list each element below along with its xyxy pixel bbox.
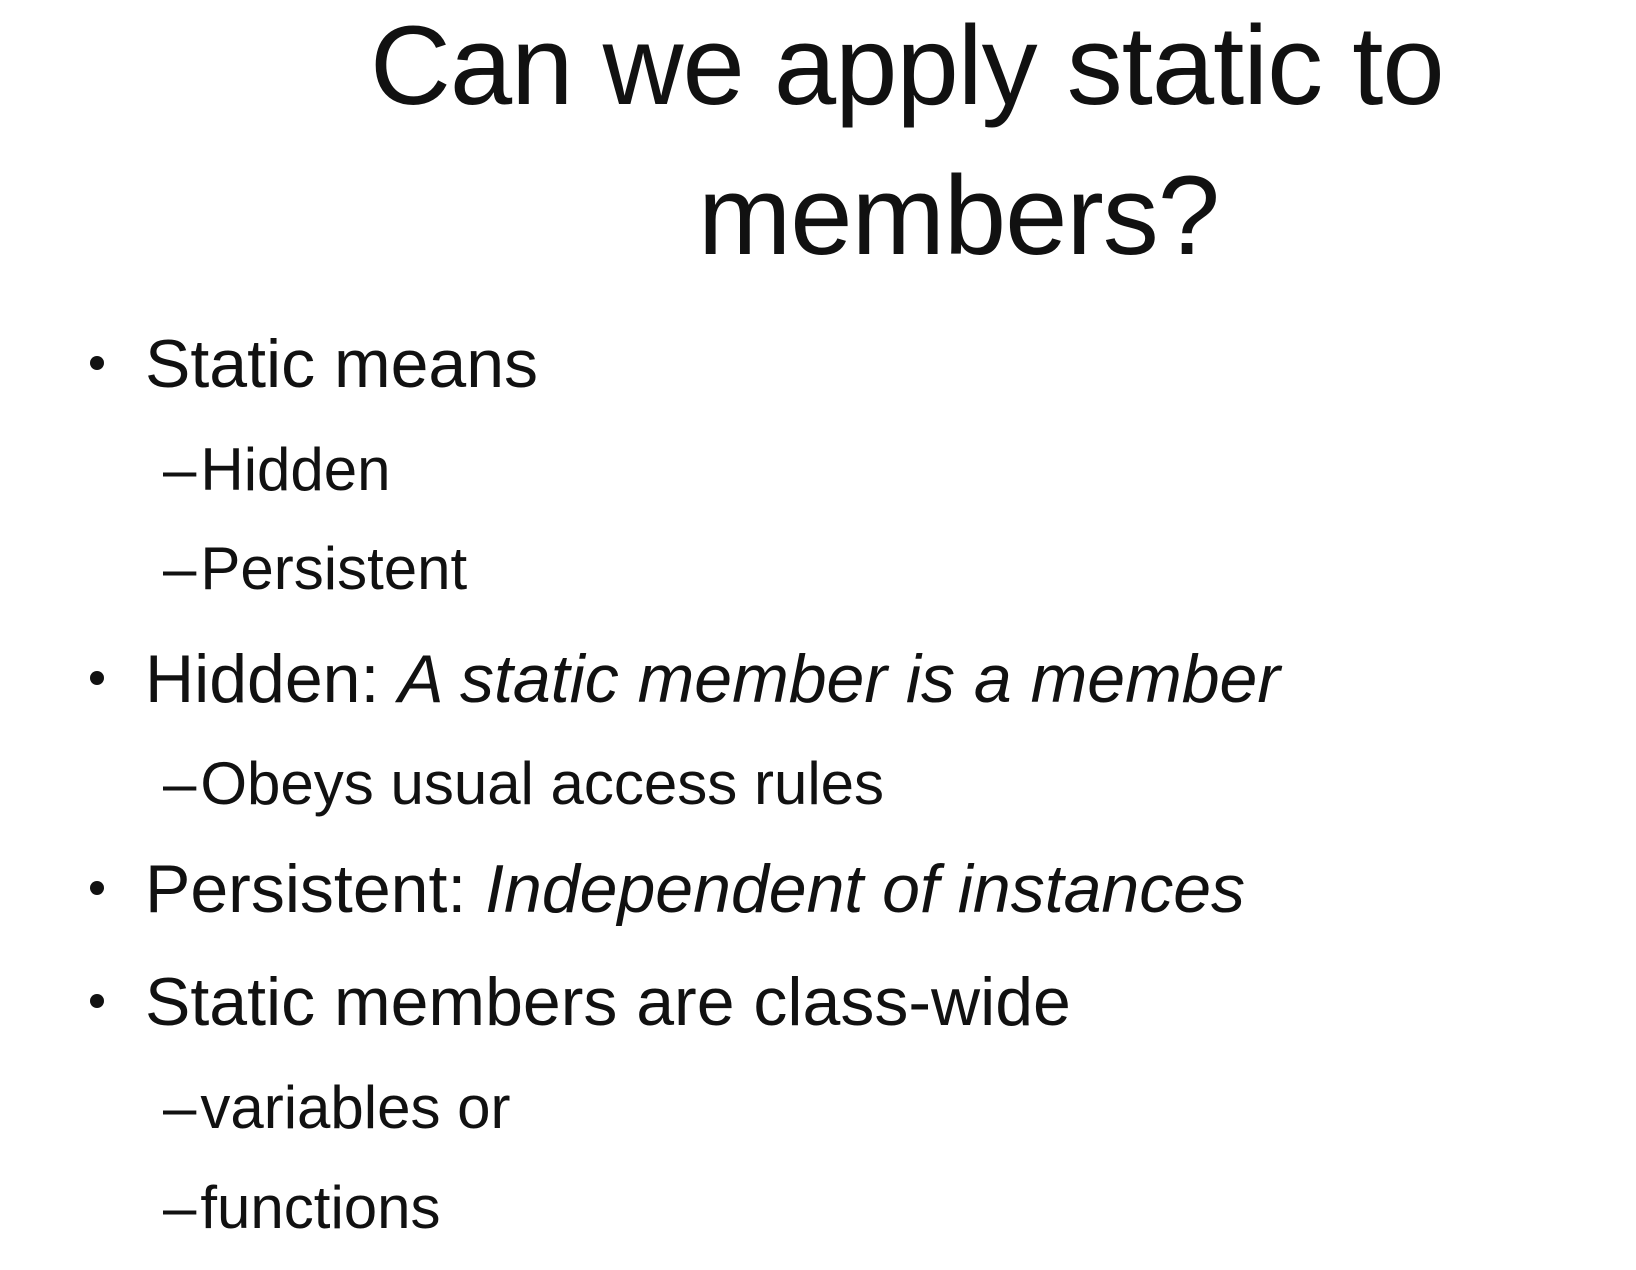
bullet-text: Hidden: <box>145 641 399 717</box>
sub-bullet-text: functions <box>200 1174 441 1241</box>
sub-bullet-text: Obeys usual access rules <box>200 750 885 817</box>
sub-bullet-variables: –variables or <box>163 1078 511 1138</box>
bullet-text: Persistent: <box>145 851 486 927</box>
dash-icon: – <box>163 1074 197 1141</box>
sub-bullet-hidden: –Hidden <box>163 440 391 500</box>
dash-icon: – <box>163 436 197 503</box>
bullet-emphasis-text: A static member is a member <box>398 641 1280 717</box>
bullet-text: Static means <box>145 326 539 402</box>
slide-title-line-2: members? <box>698 153 1220 278</box>
bullet-class-wide: Static members are class-wide <box>90 968 1071 1036</box>
bullet-persistent: Persistent: Independent of instances <box>90 855 1245 923</box>
slide-title-line-1: Can we apply static to <box>370 3 1445 128</box>
bullet-text: Static members are class-wide <box>145 964 1071 1040</box>
dash-icon: – <box>163 535 197 602</box>
sub-bullet-persistent: –Persistent <box>163 539 467 599</box>
sub-bullet-functions: –functions <box>163 1178 441 1238</box>
bullet-dot-icon <box>90 356 104 370</box>
sub-bullet-access-rules: –Obeys usual access rules <box>163 754 884 814</box>
bullet-dot-icon <box>90 994 104 1008</box>
bullet-emphasis-text: Independent of instances <box>485 851 1246 927</box>
bullet-dot-icon <box>90 881 104 895</box>
dash-icon: – <box>163 1174 197 1241</box>
bullet-dot-icon <box>90 671 104 685</box>
sub-bullet-text: Hidden <box>200 436 391 503</box>
bullet-hidden: Hidden: A static member is a member <box>90 645 1280 713</box>
slide: Can we apply static to members? Static m… <box>0 0 1636 1270</box>
sub-bullet-text: variables or <box>200 1074 511 1141</box>
dash-icon: – <box>163 750 197 817</box>
sub-bullet-text: Persistent <box>200 535 468 602</box>
bullet-static-means: Static means <box>90 330 538 398</box>
